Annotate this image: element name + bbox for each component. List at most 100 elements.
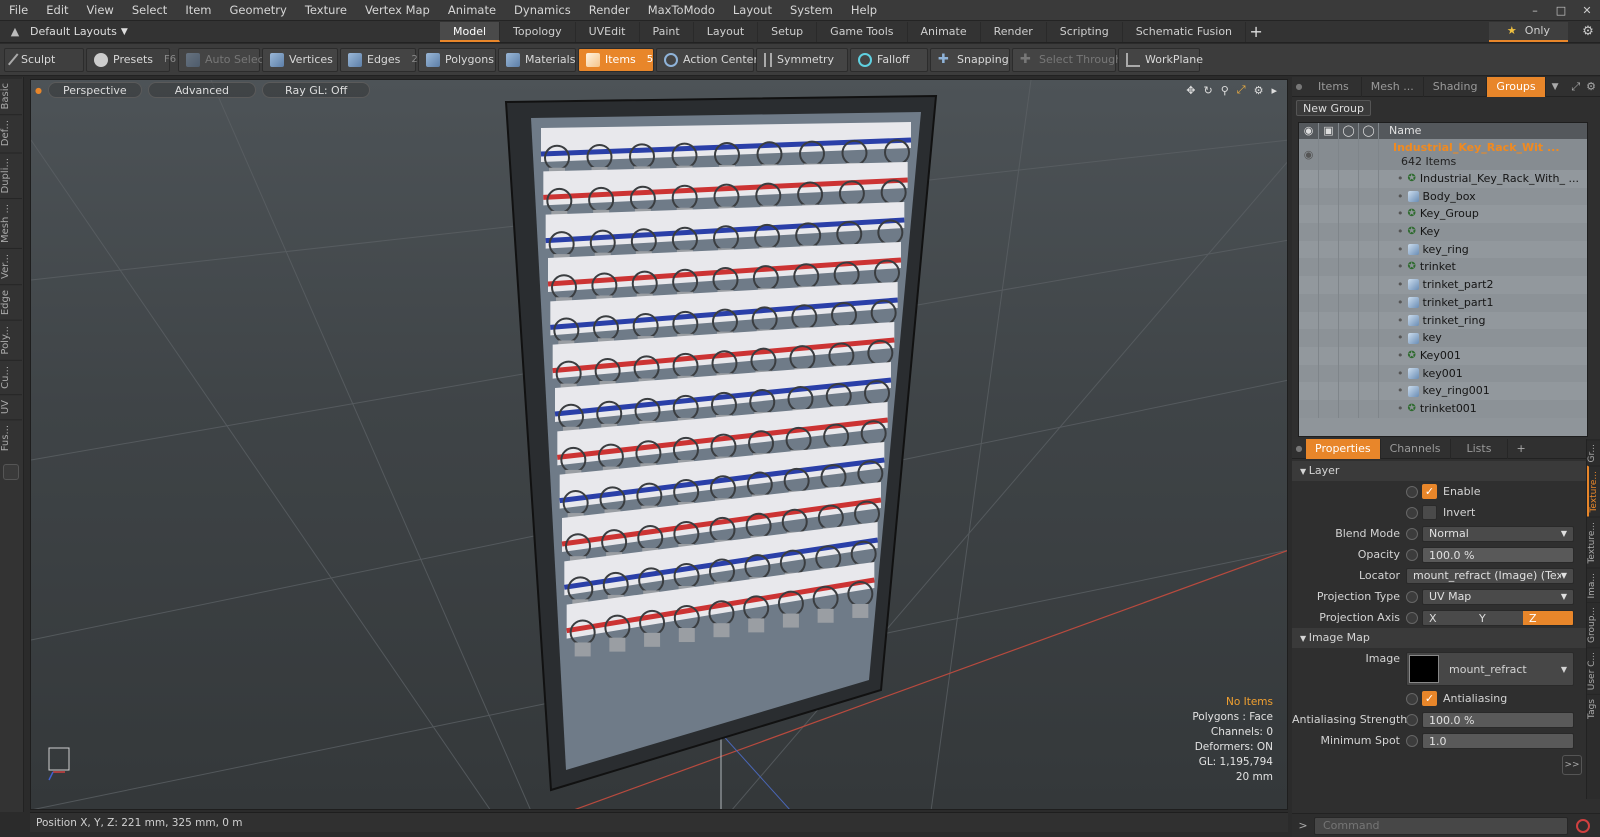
tab-animate[interactable]: Animate xyxy=(908,21,981,42)
tab-topology[interactable]: Topology xyxy=(500,21,576,42)
menu-file[interactable]: File xyxy=(0,0,37,21)
aa-strength-input[interactable]: 100.0 % xyxy=(1422,711,1574,728)
side-tab-texture[interactable]: Texture... xyxy=(1587,466,1600,517)
tab-render[interactable]: Render xyxy=(981,21,1047,42)
record-icon[interactable] xyxy=(1576,818,1590,833)
select-toggle-icon[interactable] xyxy=(1359,187,1379,206)
menu-layout[interactable]: Layout xyxy=(724,0,781,21)
render-toggle-icon[interactable] xyxy=(1319,139,1339,170)
sculpt-button[interactable]: Sculpt xyxy=(4,47,84,72)
left-tab-mesh[interactable]: Mesh ... xyxy=(0,198,22,249)
axis-y-button[interactable]: Y xyxy=(1473,610,1523,625)
select-toggle-icon[interactable] xyxy=(1359,205,1379,224)
more-button[interactable]: >> xyxy=(1562,755,1582,775)
expand-icon[interactable]: ⤢ xyxy=(1571,80,1580,94)
visibility-toggle-icon[interactable] xyxy=(1299,293,1319,312)
render-toggle-icon[interactable] xyxy=(1319,382,1339,400)
visibility-toggle-icon[interactable] xyxy=(1299,329,1319,347)
select-toggle-icon[interactable] xyxy=(1359,240,1379,259)
lock-toggle-icon[interactable] xyxy=(1339,293,1359,312)
list-item[interactable]: • trinket_part1 xyxy=(1299,293,1587,312)
visibility-toggle-icon[interactable] xyxy=(1299,187,1319,206)
viewport-gear-icon[interactable]: ⚙ xyxy=(1254,84,1264,97)
select-toggle-icon[interactable] xyxy=(1359,382,1379,400)
list-item[interactable]: • key001 xyxy=(1299,364,1587,383)
fit-icon[interactable]: ⤢ xyxy=(1237,83,1246,97)
edges-button[interactable]: Edges 2 xyxy=(340,47,418,72)
select-toggle-icon[interactable] xyxy=(1359,139,1379,170)
visibility-toggle-icon[interactable] xyxy=(1299,399,1319,418)
side-tab-group[interactable]: Gr... xyxy=(1587,439,1600,467)
panel-gear-icon[interactable]: ⚙ xyxy=(1586,80,1596,93)
left-tab-duplicate[interactable]: Dupli... xyxy=(0,151,22,199)
menu-geometry[interactable]: Geometry xyxy=(221,0,296,21)
list-item[interactable]: • ✪ Industrial_Key_Rack_With_ ... xyxy=(1299,170,1587,188)
list-item[interactable]: • Body_box xyxy=(1299,187,1587,206)
side-tab-texture-2[interactable]: Texture... xyxy=(1587,516,1600,568)
tab-scripting[interactable]: Scripting xyxy=(1047,21,1123,42)
select-toggle-icon[interactable] xyxy=(1359,258,1379,277)
viewport-menu-icon[interactable]: ▸ xyxy=(1271,84,1277,97)
left-tab-fusion[interactable]: Fus... xyxy=(0,418,22,457)
list-item[interactable]: • ✪ trinket xyxy=(1299,258,1587,277)
left-tab-edge[interactable]: Edge xyxy=(0,284,22,321)
tab-properties[interactable]: Properties xyxy=(1306,438,1381,459)
name-column-header[interactable]: Name xyxy=(1389,123,1421,139)
new-group-button[interactable]: New Group xyxy=(1296,100,1371,116)
tab-model[interactable]: Model xyxy=(440,21,501,42)
lock-toggle-icon[interactable] xyxy=(1339,258,1359,277)
visibility-toggle-icon[interactable] xyxy=(1299,346,1319,365)
auto-select-button[interactable]: Auto Select xyxy=(178,47,268,72)
left-tab-polygon[interactable]: Poly... xyxy=(0,320,22,360)
projection-axis-anim-icon[interactable] xyxy=(1406,611,1418,624)
side-tab-image[interactable]: Ima... xyxy=(1587,567,1600,603)
lock-toggle-icon[interactable] xyxy=(1339,170,1359,188)
render-toggle-icon[interactable] xyxy=(1319,258,1339,277)
blend-mode-anim-icon[interactable] xyxy=(1406,527,1418,540)
visibility-toggle-icon[interactable] xyxy=(1299,382,1319,400)
menu-view[interactable]: View xyxy=(78,0,123,21)
image-map-section[interactable]: ▼ Image Map xyxy=(1292,628,1586,648)
select-toggle-icon[interactable] xyxy=(1359,364,1379,383)
render-column-icon[interactable]: ▣ xyxy=(1319,123,1339,139)
enable-checkbox[interactable]: ✓ xyxy=(1422,484,1437,499)
menu-edit[interactable]: Edit xyxy=(37,0,77,21)
group-root-row[interactable]: ◉ Industrial_Key_Rack_Wit ... 642 Items xyxy=(1299,139,1587,170)
3d-viewport[interactable]: ● Perspective Advanced Ray GL: Off ✥ ↻ ⚲… xyxy=(30,79,1288,810)
only-button[interactable]: ★ Only xyxy=(1488,21,1568,42)
action-center-button[interactable]: Action Center xyxy=(656,47,758,72)
workplane-button[interactable]: WorkPlane xyxy=(1118,47,1203,72)
command-input[interactable] xyxy=(1314,816,1568,835)
visibility-toggle-icon[interactable] xyxy=(1299,311,1319,330)
enable-anim-icon[interactable] xyxy=(1406,485,1418,498)
opacity-anim-icon[interactable] xyxy=(1406,548,1418,561)
menu-render[interactable]: Render xyxy=(580,0,639,21)
list-item[interactable]: • trinket_part2 xyxy=(1299,276,1587,294)
list-item[interactable]: • ✪ Key001 xyxy=(1299,346,1587,365)
side-tab-tags[interactable]: Tags xyxy=(1587,694,1600,724)
side-tab-user-channels[interactable]: User C... xyxy=(1587,647,1600,695)
lock-toggle-icon[interactable] xyxy=(1339,364,1359,383)
add-props-tab-icon[interactable]: + xyxy=(1516,442,1525,455)
left-tab-vertex[interactable]: Ver... xyxy=(0,248,22,285)
render-toggle-icon[interactable] xyxy=(1319,311,1339,330)
tab-shading[interactable]: Shading xyxy=(1424,76,1488,97)
invert-checkbox[interactable] xyxy=(1422,505,1437,520)
rotate-icon[interactable]: ↻ xyxy=(1204,84,1213,97)
blend-mode-select[interactable]: Normal ▼ xyxy=(1422,525,1574,542)
tab-mesh[interactable]: Mesh ... xyxy=(1362,76,1424,97)
select-column-icon[interactable]: ◯ xyxy=(1359,123,1379,139)
tab-channels[interactable]: Channels xyxy=(1381,438,1451,459)
pan-icon[interactable]: ✥ xyxy=(1186,84,1195,97)
axis-x-button[interactable]: X xyxy=(1423,610,1473,625)
layout-selector[interactable]: Default Layouts ▼ xyxy=(30,25,440,38)
left-tab-basic[interactable]: Basic xyxy=(0,77,22,115)
lock-column-icon[interactable]: ◯ xyxy=(1339,123,1359,139)
render-toggle-icon[interactable] xyxy=(1319,223,1339,241)
left-tab-uv[interactable]: UV xyxy=(0,393,22,419)
lock-toggle-icon[interactable] xyxy=(1339,205,1359,224)
render-toggle-icon[interactable] xyxy=(1319,240,1339,259)
render-toggle-icon[interactable] xyxy=(1319,276,1339,294)
tab-items[interactable]: Items xyxy=(1306,76,1362,97)
select-toggle-icon[interactable] xyxy=(1359,329,1379,347)
